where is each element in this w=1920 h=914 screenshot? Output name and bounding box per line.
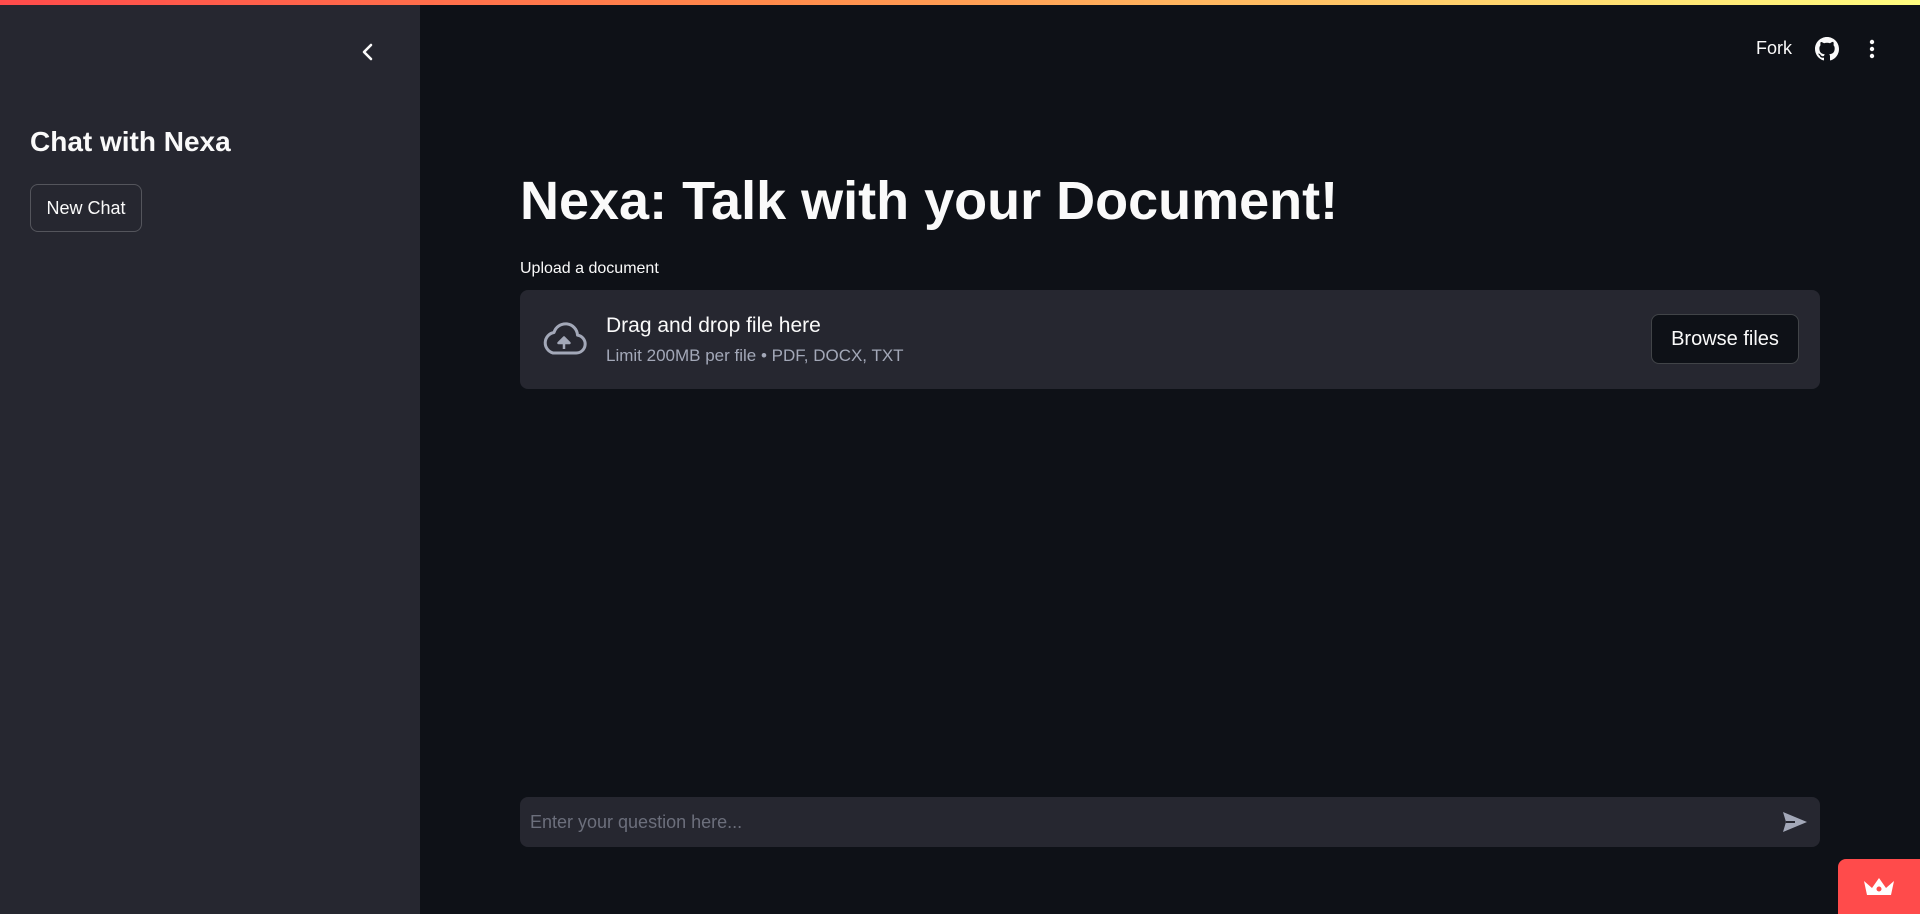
github-icon[interactable] [1815, 37, 1839, 61]
upload-label: Upload a document [520, 260, 659, 277]
cloud-upload-icon [543, 322, 587, 355]
page-title: Nexa: Talk with your Document! [520, 171, 1339, 231]
more-vertical-icon[interactable] [1862, 37, 1882, 61]
chevron-left-icon [362, 43, 373, 61]
file-dropzone[interactable]: Drag and drop file here Limit 200MB per … [520, 290, 1820, 389]
streamlit-badge[interactable] [1838, 859, 1920, 914]
fork-link[interactable]: Fork [1756, 38, 1792, 59]
file-limit-text: Limit 200MB per file • PDF, DOCX, TXT [606, 346, 904, 365]
chat-input-container [520, 797, 1820, 847]
collapse-sidebar-button[interactable] [354, 38, 382, 66]
send-icon[interactable] [1782, 810, 1808, 834]
top-decoration-bar [0, 0, 1920, 5]
sidebar: Chat with Nexa New Chat [0, 0, 420, 914]
new-chat-button[interactable]: New Chat [30, 184, 142, 232]
browse-files-button[interactable]: Browse files [1651, 314, 1799, 364]
crown-icon [1864, 877, 1894, 895]
drop-instructions: Drag and drop file here [606, 314, 821, 337]
sidebar-title: Chat with Nexa [30, 126, 231, 157]
chat-input[interactable] [530, 797, 1760, 847]
